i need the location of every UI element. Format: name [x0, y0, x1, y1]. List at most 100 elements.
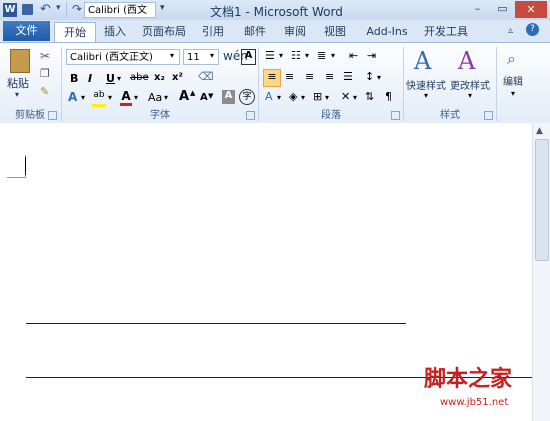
- chinese-layout-dropdown-icon[interactable]: ▾: [277, 93, 281, 102]
- line-spacing-icon[interactable]: ↕: [365, 70, 374, 83]
- align-left-button[interactable]: ≡: [263, 69, 281, 87]
- underline-button[interactable]: U: [106, 72, 115, 85]
- scroll-up-icon[interactable]: ▲: [536, 126, 543, 136]
- highlight-icon[interactable]: ab: [92, 90, 106, 107]
- quick-styles-button[interactable]: 快速样式: [406, 77, 446, 92]
- font-group: Calibri (西文正文) ▾ 11 ▾ wén A B I U ▾ abe …: [62, 43, 258, 123]
- tab-page-layout[interactable]: 页面布局: [136, 23, 192, 41]
- minimize-button[interactable]: –: [465, 2, 490, 17]
- change-case-dropdown-icon[interactable]: ▾: [164, 93, 168, 102]
- tab-references[interactable]: 引用: [196, 23, 230, 41]
- undo-icon[interactable]: ↶: [40, 2, 51, 17]
- justify-icon[interactable]: ≡: [325, 70, 334, 83]
- binoculars-icon[interactable]: ⌕: [507, 49, 516, 69]
- change-styles-icon[interactable]: A: [458, 47, 475, 75]
- change-styles-dropdown-icon[interactable]: ▾: [468, 91, 472, 100]
- align-center-icon[interactable]: ≡: [285, 70, 294, 83]
- font-name-dropdown-icon[interactable]: ▾: [170, 51, 174, 60]
- shading-icon[interactable]: ◈: [289, 90, 297, 103]
- subscript-button[interactable]: x₂: [154, 72, 165, 83]
- cut-icon[interactable]: ✂: [40, 49, 50, 63]
- tab-add-ins[interactable]: Add-Ins: [362, 23, 412, 41]
- borders-dropdown-icon[interactable]: ▾: [325, 93, 329, 102]
- tab-insert[interactable]: 插入: [98, 23, 132, 41]
- italic-button[interactable]: I: [88, 72, 92, 85]
- increase-indent-icon[interactable]: ⇥: [367, 49, 376, 62]
- strikethrough-button[interactable]: abe: [130, 72, 149, 83]
- shrink-font-button[interactable]: A: [200, 92, 208, 103]
- multilevel-list-icon[interactable]: ≣: [317, 49, 326, 62]
- quick-styles-icon[interactable]: A: [414, 47, 431, 75]
- underline-dropdown-icon[interactable]: ▾: [117, 74, 121, 83]
- quick-styles-dropdown-icon[interactable]: ▾: [424, 91, 428, 100]
- character-shading-button[interactable]: A: [222, 90, 235, 104]
- undo-dropdown-icon[interactable]: ▾: [56, 3, 61, 13]
- font-color-icon[interactable]: A: [120, 89, 132, 106]
- maximize-button[interactable]: ▭: [490, 2, 515, 17]
- font-launcher-icon[interactable]: [246, 111, 255, 120]
- tab-file[interactable]: 文件: [3, 21, 50, 41]
- paragraph-launcher-icon[interactable]: [391, 111, 400, 120]
- editing-dropdown-icon[interactable]: ▾: [511, 89, 515, 98]
- customize-qat-icon[interactable]: ▾: [160, 3, 165, 13]
- asian-typography-dropdown-icon[interactable]: ▾: [353, 93, 357, 102]
- vertical-scrollbar[interactable]: ▲: [532, 123, 550, 421]
- styles-launcher-icon[interactable]: [484, 111, 493, 120]
- superscript-button[interactable]: x²: [172, 72, 183, 83]
- clear-formatting-icon[interactable]: ⌫: [198, 70, 214, 83]
- bullets-icon[interactable]: ☰: [265, 49, 275, 62]
- bold-button[interactable]: B: [70, 72, 78, 85]
- redo-icon[interactable]: ↷: [72, 2, 82, 16]
- tab-developer[interactable]: 开发工具: [418, 23, 474, 41]
- text-effects-dropdown-icon[interactable]: ▾: [81, 93, 85, 102]
- format-painter-icon[interactable]: ✎: [40, 85, 49, 98]
- multilevel-dropdown-icon[interactable]: ▾: [331, 51, 335, 60]
- character-border-icon[interactable]: A: [241, 49, 256, 65]
- enclose-characters-button[interactable]: 字: [239, 89, 255, 105]
- ribbon-tab-bar: 文件 开始 插入 页面布局 引用 邮件 审阅 视图 Add-Ins 开发工具 ▵…: [0, 20, 550, 43]
- clipboard-launcher-icon[interactable]: [48, 111, 57, 120]
- word-app-icon[interactable]: W: [3, 3, 17, 17]
- bullets-dropdown-icon[interactable]: ▾: [279, 51, 283, 60]
- paste-icon[interactable]: [10, 49, 30, 73]
- document-area[interactable]: 脚本之家 www.jb51.net: [0, 123, 550, 421]
- shading-dropdown-icon[interactable]: ▾: [301, 93, 305, 102]
- align-right-icon[interactable]: ≡: [305, 70, 314, 83]
- text-cursor: [25, 157, 26, 175]
- tab-home[interactable]: 开始: [54, 22, 96, 43]
- qat-font-box[interactable]: Calibri (西文: [84, 2, 156, 18]
- numbering-dropdown-icon[interactable]: ▾: [305, 51, 309, 60]
- borders-icon[interactable]: ⊞: [313, 90, 322, 103]
- copy-icon[interactable]: ❐: [40, 67, 50, 80]
- editing-button[interactable]: 编辑: [503, 73, 523, 88]
- page-corner-mark: [7, 155, 26, 178]
- tab-mailings[interactable]: 邮件: [238, 23, 272, 41]
- change-case-button[interactable]: Aa: [148, 91, 162, 104]
- ribbon: 粘贴 ▾ ✂ ❐ ✎ 剪贴板 Calibri (西文正文) ▾ 11 ▾ wén…: [0, 42, 550, 124]
- asian-typography-icon[interactable]: ✕: [341, 90, 350, 103]
- chinese-layout-icon[interactable]: A: [265, 90, 273, 103]
- grow-font-button[interactable]: A: [179, 89, 189, 104]
- text-effects-icon[interactable]: A: [68, 90, 77, 104]
- watermark-url: www.jb51.net: [440, 397, 509, 408]
- font-size-dropdown-icon[interactable]: ▾: [210, 51, 214, 60]
- numbering-icon[interactable]: ☷: [291, 49, 301, 62]
- tab-view[interactable]: 视图: [318, 23, 352, 41]
- minimize-ribbon-icon[interactable]: ▵: [508, 25, 513, 36]
- tab-review[interactable]: 审阅: [278, 23, 312, 41]
- font-color-dropdown-icon[interactable]: ▾: [134, 93, 138, 102]
- decrease-indent-icon[interactable]: ⇤: [349, 49, 358, 62]
- sort-icon[interactable]: ⇅: [365, 90, 374, 103]
- paste-button[interactable]: 粘贴: [7, 75, 29, 91]
- change-styles-button[interactable]: 更改样式: [450, 77, 490, 92]
- highlight-dropdown-icon[interactable]: ▾: [108, 93, 112, 102]
- close-button[interactable]: ✕: [515, 1, 547, 18]
- distributed-icon[interactable]: ☰: [343, 70, 353, 83]
- font-name-select[interactable]: Calibri (西文正文): [66, 49, 180, 65]
- scroll-thumb[interactable]: [535, 139, 549, 261]
- save-icon[interactable]: [22, 4, 33, 15]
- help-icon[interactable]: ?: [526, 23, 539, 36]
- show-marks-icon[interactable]: ¶: [385, 90, 392, 103]
- line-spacing-dropdown-icon[interactable]: ▾: [377, 73, 381, 82]
- paste-dropdown-icon[interactable]: ▾: [15, 90, 19, 99]
